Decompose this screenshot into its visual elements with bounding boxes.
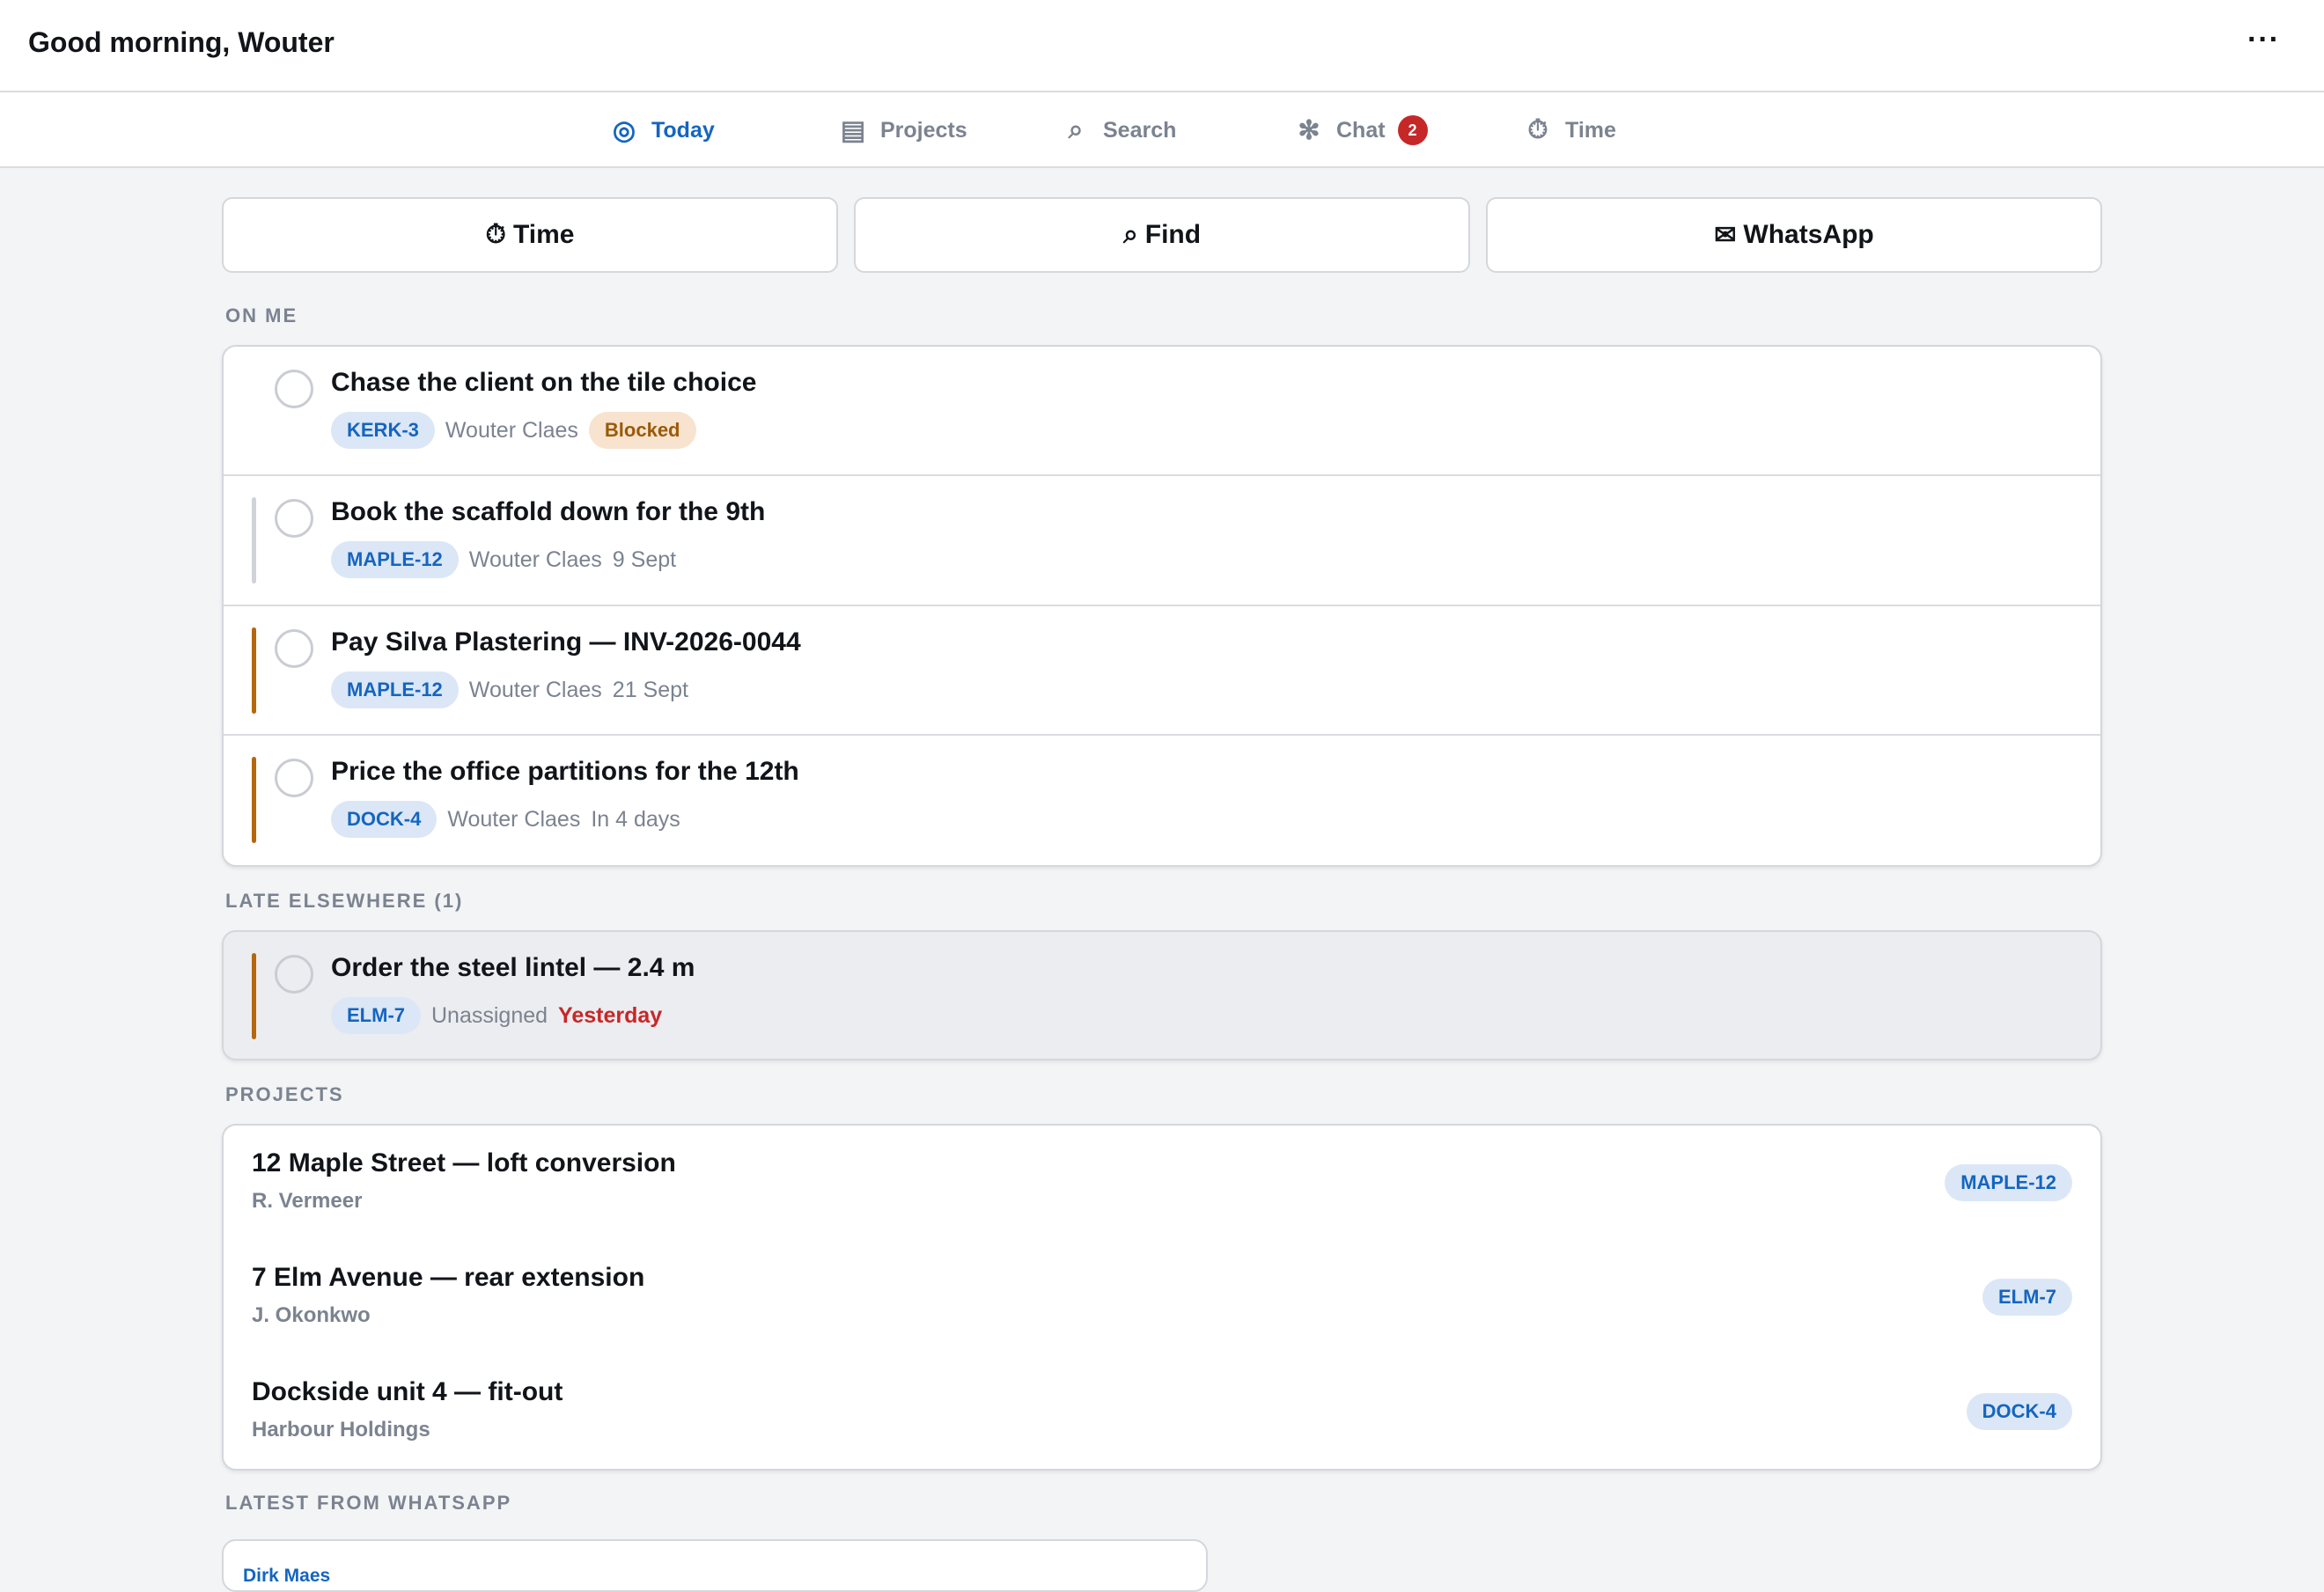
tab-label: Time	[1565, 117, 1616, 143]
task-meta: KERK-3 Wouter Claes Blocked	[331, 412, 696, 449]
task-meta: MAPLE-12 Wouter Claes 9 Sept	[331, 541, 676, 578]
task-row[interactable]: Chase the client on the tile choice KERK…	[224, 347, 2100, 476]
find-button[interactable]: ⌕ Find	[854, 197, 1470, 273]
project-chip[interactable]: MAPLE-12	[331, 541, 459, 578]
action-label: Time	[512, 220, 575, 249]
task-due: 9 Sept	[612, 547, 677, 572]
task-title: Order the steel lintel — 2.4 m	[331, 953, 695, 982]
tab-label: Search	[1103, 117, 1177, 143]
task-title: Book the scaffold down for the 9th	[331, 497, 766, 526]
section-title-projects: PROJECTS	[225, 1083, 344, 1105]
project-chip[interactable]: KERK-3	[331, 412, 435, 449]
project-code-chip[interactable]: MAPLE-12	[1945, 1164, 2072, 1201]
task-checkbox[interactable]	[275, 499, 313, 538]
stopwatch-icon: ⏱	[1527, 115, 1548, 144]
due-indicator-bar	[252, 627, 256, 714]
section-title-whatsapp: LATEST FROM WHATSAPP	[225, 1492, 512, 1514]
status-badge: Blocked	[588, 412, 696, 449]
task-assignee: Wouter Claes	[447, 806, 581, 832]
tab-search[interactable]: ⌕ Search	[1061, 92, 1177, 168]
project-chip[interactable]: MAPLE-12	[331, 671, 459, 708]
due-indicator-bar	[252, 497, 256, 583]
envelope-icon: ✉	[1714, 220, 1737, 250]
project-client: R. Vermeer	[252, 1189, 363, 1213]
list-icon: ▤	[840, 115, 866, 145]
project-title: 7 Elm Avenue — rear extension	[252, 1263, 645, 1292]
app-header: Good morning, Wouter ···	[0, 0, 2324, 92]
project-title: Dockside unit 4 — fit-out	[252, 1377, 563, 1406]
task-checkbox[interactable]	[275, 759, 313, 797]
tab-today[interactable]: ◎ Today	[609, 92, 715, 168]
action-label: Find	[1144, 220, 1202, 249]
project-row[interactable]: Dockside unit 4 — fit-out Harbour Holdin…	[224, 1354, 2100, 1469]
project-list: 12 Maple Street — loft conversion R. Ver…	[222, 1124, 2102, 1471]
task-row[interactable]: Order the steel lintel — 2.4 m ELM-7 Una…	[224, 932, 2100, 1059]
on-me-task-list: Chase the client on the tile choice KERK…	[222, 345, 2102, 867]
more-menu-icon[interactable]: ···	[2247, 23, 2280, 57]
project-code-chip[interactable]: DOCK-4	[1966, 1393, 2072, 1430]
search-icon: ⌕	[1068, 115, 1084, 144]
time-button[interactable]: ⏱ Time	[222, 197, 838, 273]
task-assignee: Unassigned	[431, 1002, 548, 1028]
project-row[interactable]: 12 Maple Street — loft conversion R. Ver…	[224, 1126, 2100, 1240]
whatsapp-message-card[interactable]: Dirk Maes	[222, 1539, 1208, 1592]
project-code-chip[interactable]: ELM-7	[1982, 1279, 2072, 1316]
tab-chat[interactable]: ✻ Chat 2	[1294, 92, 1428, 168]
project-chip[interactable]: ELM-7	[331, 997, 421, 1034]
section-title-on-me: ON ME	[225, 304, 298, 326]
late-task-list: Order the steel lintel — 2.4 m ELM-7 Una…	[222, 930, 2102, 1060]
task-row[interactable]: Pay Silva Plastering — INV-2026-0044 MAP…	[224, 606, 2100, 736]
task-due: In 4 days	[591, 806, 680, 832]
task-assignee: Wouter Claes	[445, 417, 578, 443]
task-checkbox[interactable]	[275, 370, 313, 408]
tab-time[interactable]: ⏱ Time	[1523, 92, 1616, 168]
due-indicator-bar	[252, 953, 256, 1039]
task-meta: MAPLE-12 Wouter Claes 21 Sept	[331, 671, 688, 708]
task-meta: ELM-7 Unassigned Yesterday	[331, 997, 662, 1034]
due-indicator-bar	[252, 757, 256, 843]
quick-actions: ⏱ Time ⌕ Find ✉ WhatsApp	[222, 197, 2102, 273]
project-client: Harbour Holdings	[252, 1418, 430, 1442]
action-label: WhatsApp	[1743, 220, 1874, 249]
task-assignee: Wouter Claes	[468, 547, 602, 572]
chat-icon: ✻	[1298, 115, 1320, 145]
tab-projects[interactable]: ▤ Projects	[838, 92, 967, 168]
task-due: 21 Sept	[612, 677, 688, 702]
stopwatch-icon: ⏱	[485, 220, 506, 249]
task-title: Pay Silva Plastering — INV-2026-0044	[331, 627, 801, 657]
tab-label: Today	[651, 117, 715, 143]
task-title: Price the office partitions for the 12th	[331, 757, 799, 786]
task-checkbox[interactable]	[275, 955, 313, 994]
project-row[interactable]: 7 Elm Avenue — rear extension J. Okonkwo…	[224, 1240, 2100, 1354]
whatsapp-button[interactable]: ✉ WhatsApp	[1486, 197, 2102, 273]
tab-label: Chat	[1336, 117, 1386, 143]
task-due-overdue: Yesterday	[558, 1002, 663, 1028]
task-meta: DOCK-4 Wouter Claes In 4 days	[331, 801, 680, 838]
project-client: J. Okonkwo	[252, 1303, 371, 1327]
message-sender: Dirk Maes	[243, 1566, 331, 1586]
task-title: Chase the client on the tile choice	[331, 368, 757, 397]
task-row[interactable]: Book the scaffold down for the 9th MAPLE…	[224, 476, 2100, 606]
project-chip[interactable]: DOCK-4	[331, 801, 438, 838]
main-content: ⏱ Time ⌕ Find ✉ WhatsApp ON ME Chase the…	[222, 197, 2102, 1592]
unread-badge: 2	[1397, 115, 1428, 145]
task-checkbox[interactable]	[275, 629, 313, 668]
greeting-title: Good morning, Wouter	[28, 26, 335, 58]
task-assignee: Wouter Claes	[468, 677, 602, 702]
task-row[interactable]: Price the office partitions for the 12th…	[224, 736, 2100, 865]
tab-label: Projects	[880, 117, 967, 143]
section-title-late-elsewhere: LATE ELSEWHERE (1)	[225, 890, 464, 912]
search-icon: ⌕	[1122, 220, 1138, 249]
project-title: 12 Maple Street — loft conversion	[252, 1148, 676, 1177]
tab-bar: ◎ Today ▤ Projects ⌕ Search ✻ Chat 2 ⏱ T…	[0, 92, 2324, 168]
target-icon: ◎	[612, 115, 636, 145]
